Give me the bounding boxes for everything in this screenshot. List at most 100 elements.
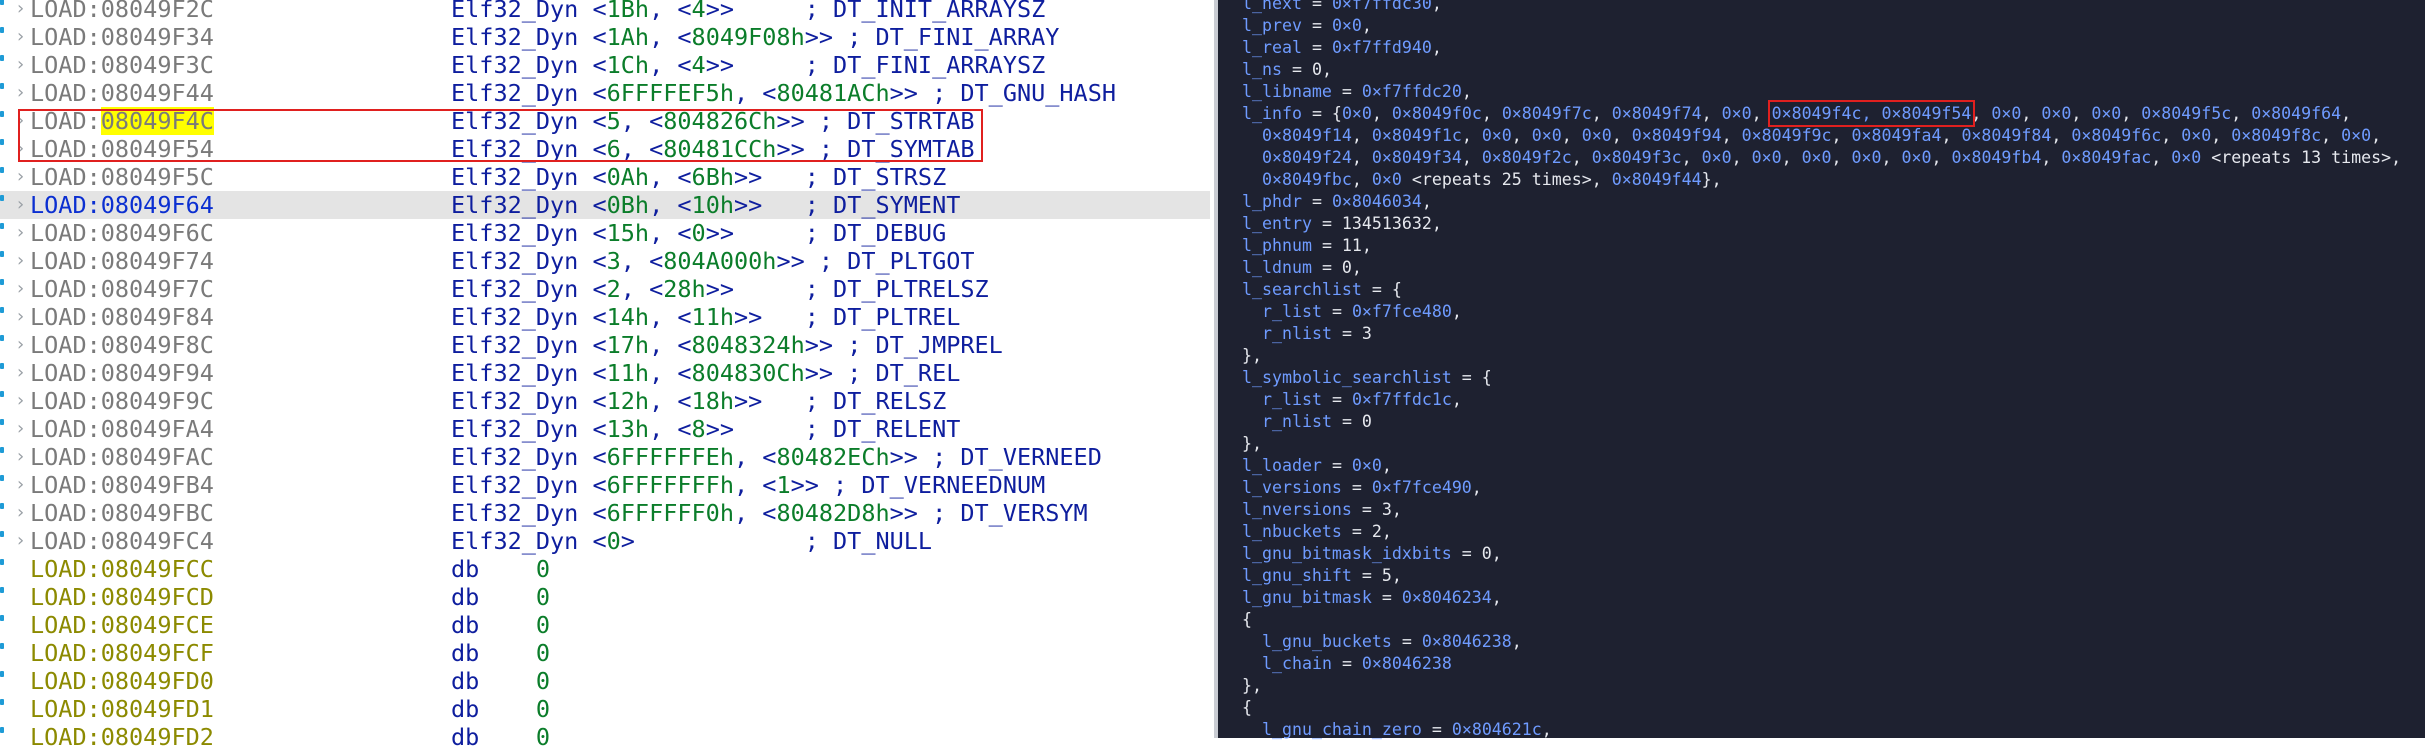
listing-address[interactable]: LOAD:08049FD2 [30, 723, 214, 751]
listing-address[interactable]: LOAD:08049F3C [30, 51, 214, 79]
expand-chevron-icon[interactable]: › [15, 527, 26, 555]
listing-instruction[interactable]: db 0 [451, 667, 550, 695]
listing-instruction[interactable]: Elf32_Dyn <13h, <8>> ; DT_RELENT [451, 415, 960, 443]
listing-row[interactable]: › LOAD:08049F2C Elf32_Dyn <1Bh, <4>> ; DT_… [0, 0, 1210, 23]
field-name: l_searchlist [1242, 280, 1362, 299]
listing-row[interactable]: LOAD:08049FD1 db 0 [0, 695, 1210, 723]
listing-instruction[interactable]: Elf32_Dyn <2, <28h>> ; DT_PLTRELSZ [451, 275, 989, 303]
listing-address[interactable]: LOAD:08049FCC [30, 555, 214, 583]
listing-address[interactable]: LOAD:08049FAC [30, 443, 214, 471]
listing-address[interactable]: LOAD:08049FD1 [30, 695, 214, 723]
expand-chevron-icon[interactable]: › [15, 275, 26, 303]
listing-address[interactable]: LOAD:08049F84 [30, 303, 214, 331]
listing-address[interactable]: LOAD:08049F34 [30, 23, 214, 51]
listing-instruction[interactable]: Elf32_Dyn <1Ah, <8049F08h>> ; DT_FINI_AR… [451, 23, 1059, 51]
expand-chevron-icon[interactable]: › [15, 415, 26, 443]
listing-row[interactable]: › LOAD:08049F34 Elf32_Dyn <1Ah, <8049F08h>… [0, 23, 1210, 51]
listing-instruction[interactable]: db 0 [451, 583, 550, 611]
expand-chevron-icon[interactable]: › [15, 79, 26, 107]
gdb-line: l_phnum = 11, [1242, 235, 1372, 257]
expand-chevron-icon[interactable]: › [15, 163, 26, 191]
listing-address[interactable]: LOAD:08049F8C [30, 331, 214, 359]
listing-row[interactable]: › LOAD:08049F6C Elf32_Dyn <15h, <0>> ; DT_… [0, 219, 1210, 247]
expand-chevron-icon[interactable]: › [15, 219, 26, 247]
expand-chevron-icon[interactable]: › [15, 471, 26, 499]
expand-chevron-icon[interactable]: › [15, 331, 26, 359]
listing-row[interactable]: › LOAD:08049FBC Elf32_Dyn <6FFFFFF0h, <804… [0, 499, 1210, 527]
listing-row[interactable]: › LOAD:08049FB4 Elf32_Dyn <6FFFFFFFh, <1>>… [0, 471, 1210, 499]
expand-chevron-icon[interactable]: › [15, 443, 26, 471]
listing-row[interactable]: LOAD:08049FCD db 0 [0, 583, 1210, 611]
listing-row[interactable]: › LOAD:08049F9C Elf32_Dyn <12h, <18h>> ; D… [0, 387, 1210, 415]
listing-address[interactable]: LOAD:08049F9C [30, 387, 214, 415]
listing-address[interactable]: LOAD:08049FD0 [30, 667, 214, 695]
listing-row[interactable]: › LOAD:08049F94 Elf32_Dyn <11h, <804830Ch>… [0, 359, 1210, 387]
listing-instruction[interactable]: Elf32_Dyn <6FFFFFFEh, <80482ECh>> ; DT_V… [451, 443, 1102, 471]
listing-instruction[interactable]: Elf32_Dyn <1Ch, <4>> ; DT_FINI_ARRAYSZ [451, 51, 1045, 79]
listing-row[interactable]: › LOAD:08049FC4 Elf32_Dyn <0> ; DT_NULL [0, 527, 1210, 555]
listing-address[interactable]: LOAD:08049F6C [30, 219, 214, 247]
field-value: = 11, [1321, 236, 1372, 255]
listing-instruction[interactable]: db 0 [451, 555, 550, 583]
listing-address[interactable]: LOAD:08049F7C [30, 275, 214, 303]
listing-row[interactable]: › LOAD:08049FAC Elf32_Dyn <6FFFFFFEh, <804… [0, 443, 1210, 471]
expand-chevron-icon[interactable]: › [15, 23, 26, 51]
listing-instruction[interactable]: Elf32_Dyn <1Bh, <4>> ; DT_INIT_ARRAYSZ [451, 0, 1045, 23]
listing-row[interactable]: › LOAD:08049FA4 Elf32_Dyn <13h, <8>> ; DT_… [0, 415, 1210, 443]
listing-instruction[interactable]: db 0 [451, 611, 550, 639]
expand-chevron-icon[interactable]: › [15, 51, 26, 79]
listing-row[interactable]: › LOAD:08049F5C Elf32_Dyn <0Ah, <6Bh>> ; D… [0, 163, 1210, 191]
listing-address[interactable]: LOAD:08049F74 [30, 247, 214, 275]
expand-chevron-icon[interactable]: › [15, 191, 26, 219]
listing-instruction[interactable]: Elf32_Dyn <6FFFFFF0h, <80482D8h>> ; DT_V… [451, 499, 1088, 527]
expand-chevron-icon[interactable]: › [15, 359, 26, 387]
listing-address[interactable]: LOAD:08049F64 [30, 191, 214, 219]
listing-row[interactable]: LOAD:08049FCE db 0 [0, 611, 1210, 639]
listing-instruction[interactable]: Elf32_Dyn <0> ; DT_NULL [451, 527, 932, 555]
listing-address[interactable]: LOAD:08049FA4 [30, 415, 214, 443]
listing-instruction[interactable]: db 0 [451, 639, 550, 667]
listing-address[interactable]: LOAD:08049F2C [30, 0, 214, 23]
expand-chevron-icon[interactable]: › [15, 499, 26, 527]
listing-instruction[interactable]: Elf32_Dyn <6FFFFEF5h, <80481ACh>> ; DT_G… [451, 79, 1116, 107]
listing-row[interactable]: › LOAD:08049F7C Elf32_Dyn <2, <28h>> ; DT_… [0, 275, 1210, 303]
gdb-line: l_searchlist = { [1242, 279, 1402, 301]
listing-row[interactable]: › LOAD:08049F3C Elf32_Dyn <1Ch, <4>> ; DT_… [0, 51, 1210, 79]
expand-chevron-icon[interactable]: › [15, 0, 26, 23]
listing-address[interactable]: LOAD:08049F94 [30, 359, 214, 387]
listing-instruction[interactable]: Elf32_Dyn <12h, <18h>> ; DT_RELSZ [451, 387, 946, 415]
listing-instruction[interactable]: Elf32_Dyn <11h, <804830Ch>> ; DT_REL [451, 359, 960, 387]
expand-chevron-icon[interactable]: › [15, 303, 26, 331]
listing-instruction[interactable]: Elf32_Dyn <15h, <0>> ; DT_DEBUG [451, 219, 946, 247]
listing-address[interactable]: LOAD:08049FCD [30, 583, 214, 611]
listing-instruction[interactable]: db 0 [451, 695, 550, 723]
listing-row[interactable]: › LOAD:08049F8C Elf32_Dyn <17h, <8048324h>… [0, 331, 1210, 359]
listing-instruction[interactable]: Elf32_Dyn <0Ah, <6Bh>> ; DT_STRSZ [451, 163, 946, 191]
listing-row[interactable]: › LOAD:08049F84 Elf32_Dyn <14h, <11h>> ; D… [0, 303, 1210, 331]
listing-address[interactable]: LOAD:08049FC4 [30, 527, 214, 555]
listing-row[interactable]: › LOAD:08049F64 Elf32_Dyn <0Bh, <10h>> ; D… [0, 191, 1210, 219]
listing-address[interactable]: LOAD:08049FCF [30, 639, 214, 667]
expand-chevron-icon[interactable]: › [15, 247, 26, 275]
listing-instruction[interactable]: db 0 [451, 723, 550, 751]
listing-row[interactable]: › LOAD:08049F74 Elf32_Dyn <3, <804A000h>> … [0, 247, 1210, 275]
listing-address[interactable]: LOAD:08049F44 [30, 79, 214, 107]
listing-row[interactable]: › LOAD:08049F44 Elf32_Dyn <6FFFFEF5h, <804… [0, 79, 1210, 107]
listing-instruction[interactable]: Elf32_Dyn <0Bh, <10h>> ; DT_SYMENT [451, 191, 960, 219]
listing-address[interactable]: LOAD:08049FB4 [30, 471, 214, 499]
segment-marker-icon [0, 335, 4, 341]
gdb-line: l_prev = 0×0, [1242, 15, 1372, 37]
gdb-line: { [1242, 697, 1252, 719]
listing-address[interactable]: LOAD:08049FCE [30, 611, 214, 639]
listing-instruction[interactable]: Elf32_Dyn <3, <804A000h>> ; DT_PLTGOT [451, 247, 975, 275]
expand-chevron-icon[interactable]: › [15, 387, 26, 415]
listing-row[interactable]: LOAD:08049FD2 db 0 [0, 723, 1210, 751]
listing-instruction[interactable]: Elf32_Dyn <14h, <11h>> ; DT_PLTREL [451, 303, 960, 331]
listing-row[interactable]: LOAD:08049FCC db 0 [0, 555, 1210, 583]
listing-address[interactable]: LOAD:08049FBC [30, 499, 214, 527]
listing-address[interactable]: LOAD:08049F5C [30, 163, 214, 191]
listing-row[interactable]: LOAD:08049FCF db 0 [0, 639, 1210, 667]
listing-row[interactable]: LOAD:08049FD0 db 0 [0, 667, 1210, 695]
listing-instruction[interactable]: Elf32_Dyn <6FFFFFFFh, <1>> ; DT_VERNEEDN… [451, 471, 1045, 499]
listing-instruction[interactable]: Elf32_Dyn <17h, <8048324h>> ; DT_JMPREL [451, 331, 1003, 359]
